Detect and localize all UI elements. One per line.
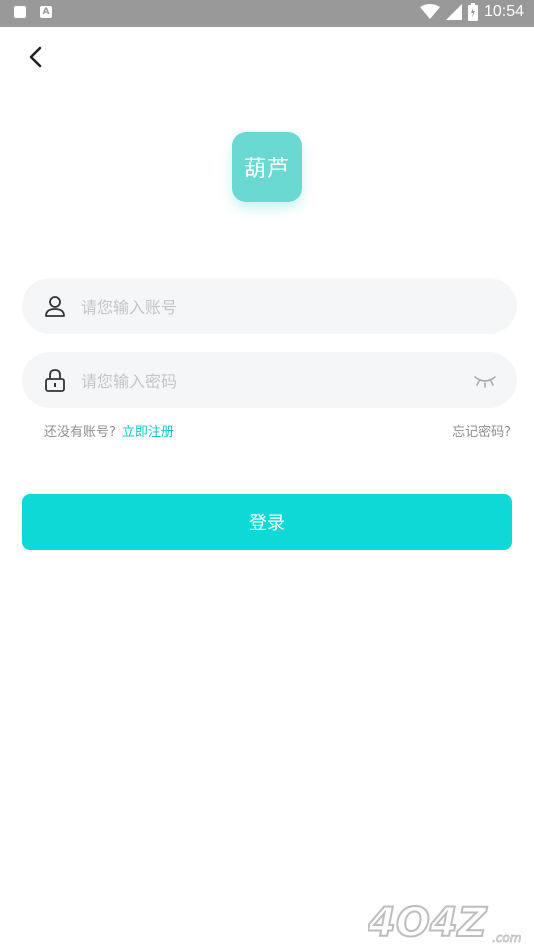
back-button[interactable] xyxy=(24,44,50,70)
forgot-password-link[interactable]: 忘记密码? xyxy=(452,421,511,440)
app-logo: 葫芦 xyxy=(232,132,302,202)
wifi-icon xyxy=(419,4,440,19)
battery-icon xyxy=(467,3,478,21)
user-icon xyxy=(45,296,65,317)
back-arrow-icon xyxy=(29,46,42,68)
auth-links: 还没有账号? 立即注册 忘记密码? xyxy=(44,421,511,440)
login-button[interactable]: 登录 xyxy=(22,494,512,550)
eye-closed-icon[interactable] xyxy=(473,374,497,388)
no-account-text: 还没有账号? xyxy=(44,425,116,440)
password-field[interactable] xyxy=(22,352,517,410)
notification-icon xyxy=(14,6,26,18)
status-time: 10:54 xyxy=(483,3,524,20)
lock-icon xyxy=(45,369,65,392)
account-field[interactable] xyxy=(22,278,517,336)
register-link[interactable]: 立即注册 xyxy=(122,425,174,440)
app-notification-icon: A xyxy=(40,6,52,18)
status-bar: A 10:54 xyxy=(0,0,534,27)
account-input[interactable] xyxy=(79,278,443,336)
signal-icon xyxy=(445,4,462,20)
app-logo-text: 葫芦 xyxy=(243,157,290,182)
svg-text:.com: .com xyxy=(492,931,521,944)
svg-text:4O4Z: 4O4Z xyxy=(368,900,488,944)
password-input[interactable] xyxy=(79,352,443,410)
watermark-logo: 4O4Z .com xyxy=(368,899,522,944)
